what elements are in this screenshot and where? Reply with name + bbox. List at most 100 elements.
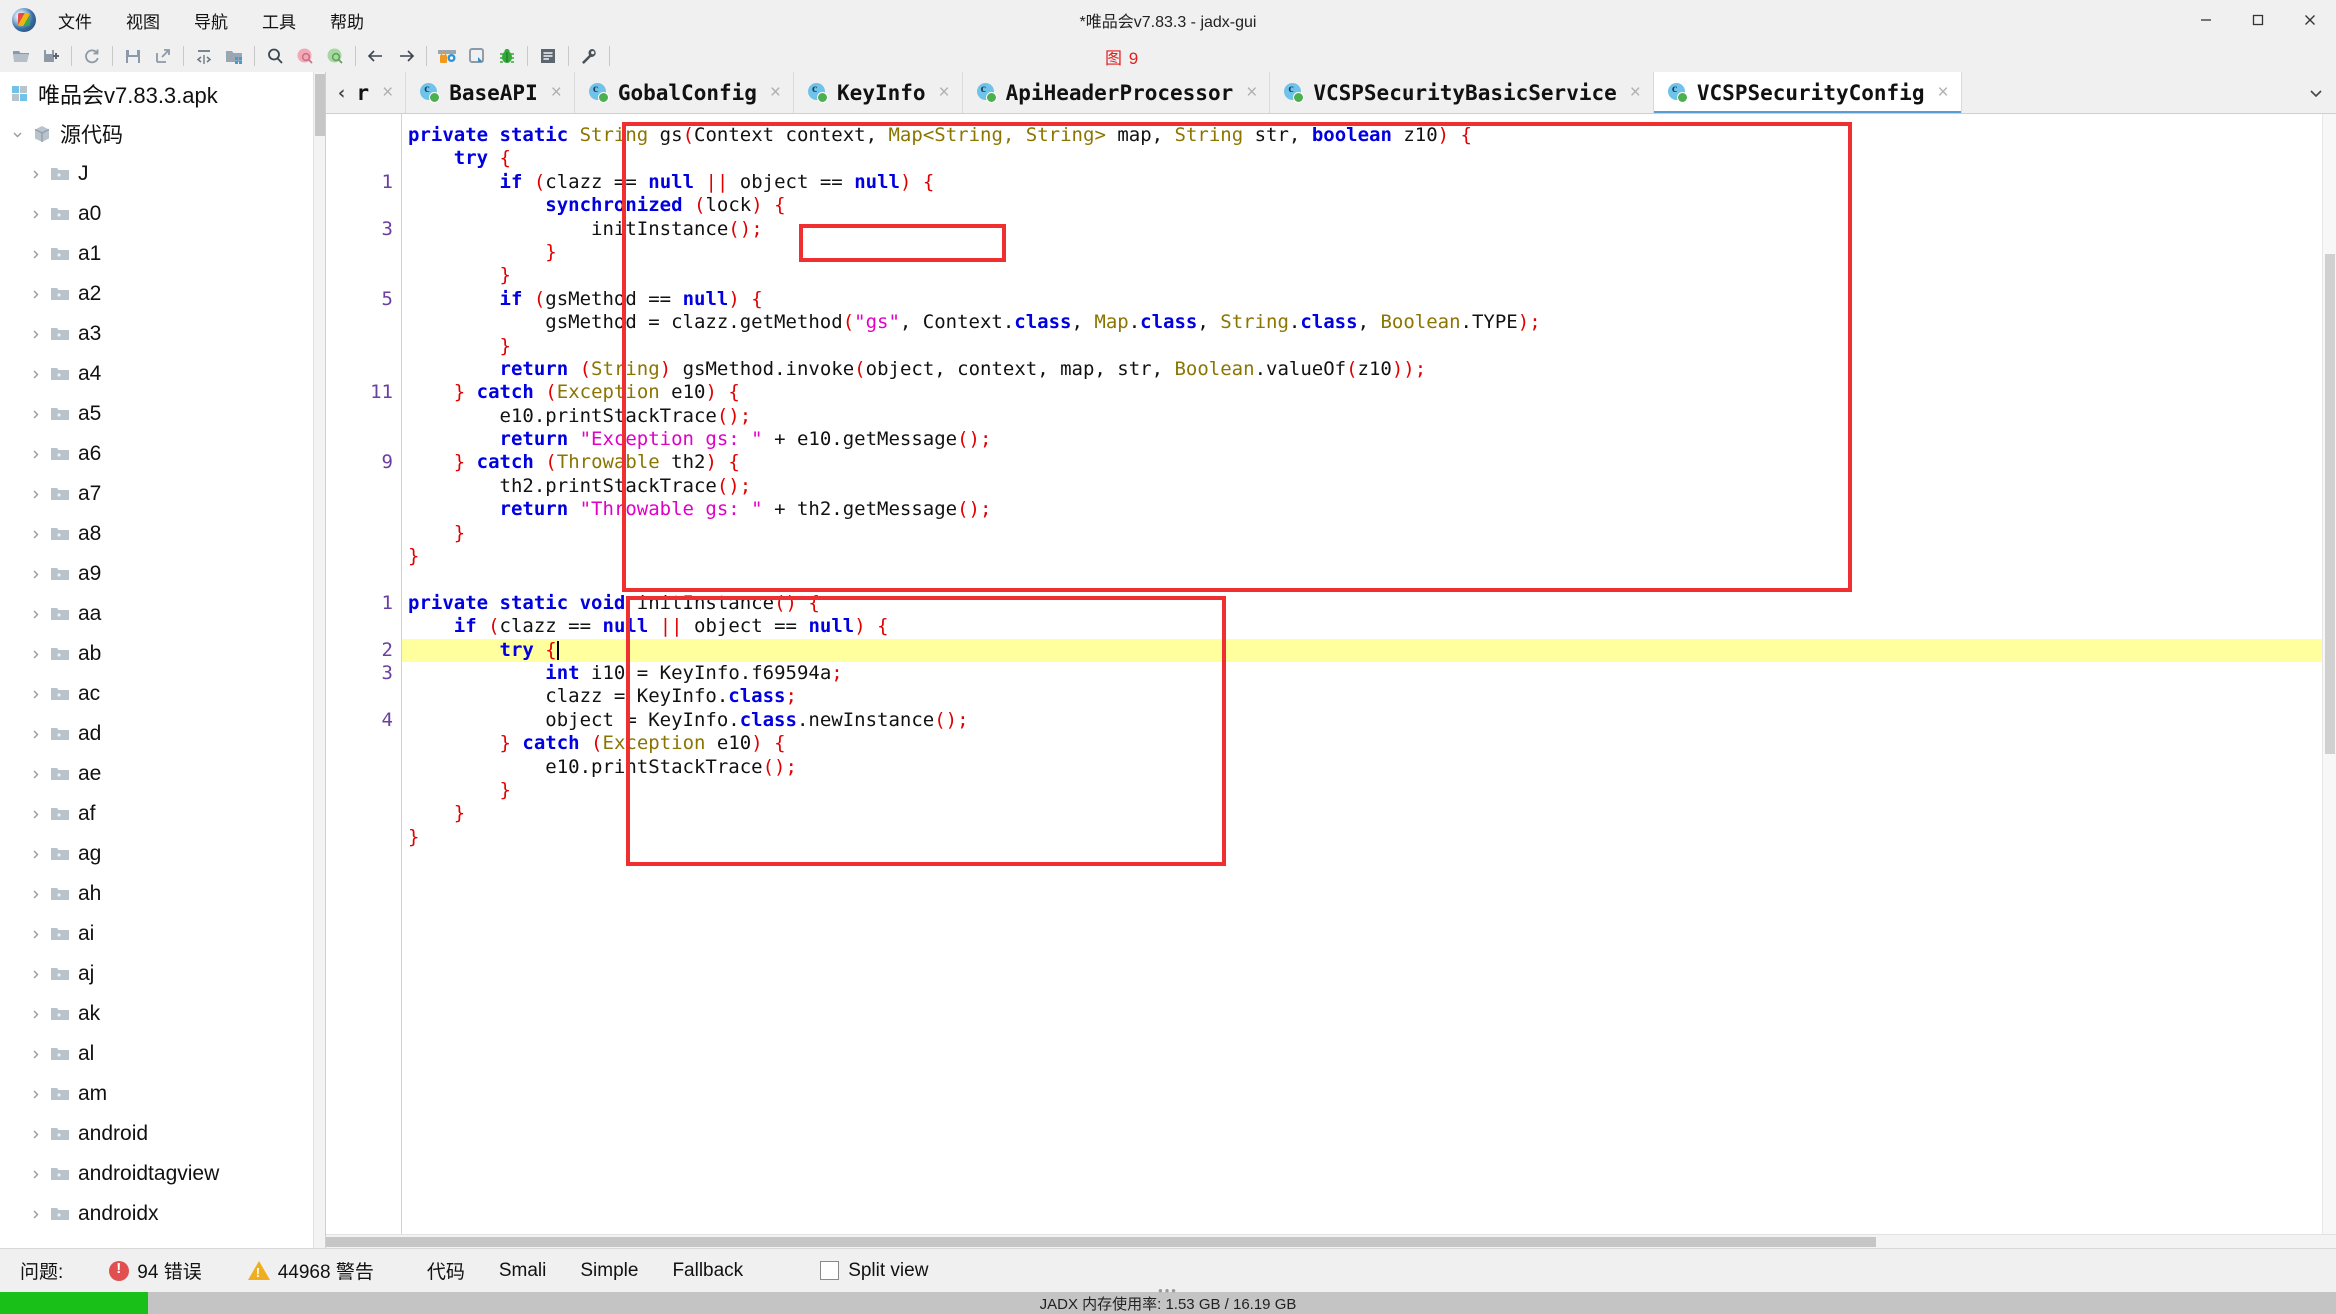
- tree-item-package[interactable]: a7: [0, 474, 325, 514]
- chevron-right-icon[interactable]: [24, 1168, 46, 1181]
- chevron-right-icon[interactable]: [24, 928, 46, 941]
- split-view-toggle[interactable]: Split view: [820, 1260, 928, 1282]
- tab-keyinfo[interactable]: KeyInfo ×: [794, 72, 963, 113]
- code-line[interactable]: }: [402, 522, 2336, 545]
- save-icon[interactable]: [118, 42, 148, 70]
- code-line[interactable]: }: [402, 264, 2336, 287]
- tree-item-package[interactable]: a0: [0, 194, 325, 234]
- chevron-right-icon[interactable]: [24, 528, 46, 541]
- debugger-icon[interactable]: [492, 42, 522, 70]
- chevron-right-icon[interactable]: [24, 688, 46, 701]
- close-button[interactable]: [2284, 0, 2336, 40]
- code-line[interactable]: return "Throwable gs: " + th2.getMessage…: [402, 498, 2336, 521]
- code-line[interactable]: th2.printStackTrace();: [402, 475, 2336, 498]
- code-line[interactable]: object = KeyInfo.class.newInstance();: [402, 709, 2336, 732]
- chevron-down-icon[interactable]: [6, 128, 28, 141]
- tree-item-package[interactable]: ac: [0, 674, 325, 714]
- chevron-right-icon[interactable]: [24, 448, 46, 461]
- search-icon[interactable]: [260, 42, 290, 70]
- code-line[interactable]: }: [402, 335, 2336, 358]
- code-line[interactable]: }: [402, 826, 2336, 849]
- reload-icon[interactable]: [77, 42, 107, 70]
- code-line[interactable]: } catch (Exception e10) {: [402, 732, 2336, 755]
- menu-tools[interactable]: 工具: [260, 6, 298, 35]
- tree-item-package[interactable]: am: [0, 1074, 325, 1114]
- code-line[interactable]: e10.printStackTrace();: [402, 405, 2336, 428]
- code-line[interactable]: if (clazz == null || object == null) {: [402, 171, 2336, 194]
- forward-icon[interactable]: [391, 42, 421, 70]
- code-line[interactable]: if (gsMethod == null) {: [402, 288, 2336, 311]
- code-line[interactable]: } catch (Throwable th2) {: [402, 451, 2336, 474]
- chevron-right-icon[interactable]: [24, 1048, 46, 1061]
- tab-close-icon[interactable]: ×: [770, 82, 781, 104]
- search-decompiled-icon[interactable]: [290, 42, 320, 70]
- tree-item-package-android[interactable]: android: [0, 1114, 325, 1154]
- tab-vcspsecuritybasicservice[interactable]: VCSPSecurityBasicService ×: [1270, 72, 1654, 113]
- tab-strip[interactable]: ‹ r × BaseAPI × GobalConfig ×: [326, 72, 2296, 113]
- save-all-icon[interactable]: [36, 42, 66, 70]
- tree-item-package-androidtagview[interactable]: androidtagview: [0, 1154, 325, 1194]
- tab-close-icon[interactable]: ×: [551, 82, 562, 104]
- tree-item-package[interactable]: al: [0, 1034, 325, 1074]
- tree-item-package[interactable]: a2: [0, 274, 325, 314]
- chevron-right-icon[interactable]: [24, 768, 46, 781]
- code-vertical-scrollbar[interactable]: [2322, 114, 2336, 1234]
- tree-item-package[interactable]: af: [0, 794, 325, 834]
- sidebar-vertical-scrollbar[interactable]: [313, 72, 325, 1248]
- code-line[interactable]: }: [402, 545, 2336, 568]
- code-hscrollbar-thumb[interactable]: [326, 1237, 1876, 1247]
- code-horizontal-scrollbar[interactable]: [326, 1234, 2336, 1248]
- tree-item-package[interactable]: a3: [0, 314, 325, 354]
- chevron-right-icon[interactable]: [24, 1128, 46, 1141]
- export-icon[interactable]: [148, 42, 178, 70]
- tree-item-package[interactable]: ai: [0, 914, 325, 954]
- code-scrollbar-thumb[interactable]: [2325, 254, 2335, 754]
- tab-r[interactable]: ‹ r ×: [326, 72, 407, 113]
- open-folder-icon[interactable]: [6, 42, 36, 70]
- chevron-right-icon[interactable]: [24, 568, 46, 581]
- code-line[interactable]: return (String) gsMethod.invoke(object, …: [402, 358, 2336, 381]
- mode-tab-smali[interactable]: Smali: [482, 1260, 564, 1282]
- tree-item-package[interactable]: aj: [0, 954, 325, 994]
- chevron-right-icon[interactable]: [24, 968, 46, 981]
- chevron-right-icon[interactable]: [24, 328, 46, 341]
- code-line[interactable]: clazz = KeyInfo.class;: [402, 685, 2336, 708]
- tree-item-package[interactable]: ae: [0, 754, 325, 794]
- open-project-icon[interactable]: [219, 42, 249, 70]
- preferences-icon[interactable]: [574, 42, 604, 70]
- chevron-right-icon[interactable]: [24, 648, 46, 661]
- chevron-right-icon[interactable]: [24, 1008, 46, 1021]
- tab-close-icon[interactable]: ×: [939, 82, 950, 104]
- chevron-right-icon[interactable]: [24, 168, 46, 181]
- chevron-right-icon[interactable]: [24, 408, 46, 421]
- code-line[interactable]: [402, 568, 2336, 591]
- log-icon[interactable]: [533, 42, 563, 70]
- tree-root-apk[interactable]: 唯品会v7.83.3.apk: [0, 74, 325, 114]
- tree-item-package[interactable]: ah: [0, 874, 325, 914]
- code-line[interactable]: try {: [402, 638, 2336, 662]
- tree-item-package[interactable]: ad: [0, 714, 325, 754]
- chevron-right-icon[interactable]: [24, 368, 46, 381]
- tree-item-package[interactable]: a9: [0, 554, 325, 594]
- tree-item-package[interactable]: a5: [0, 394, 325, 434]
- menu-view[interactable]: 视图: [124, 6, 162, 35]
- chevron-right-icon[interactable]: [24, 888, 46, 901]
- code-line[interactable]: }: [402, 779, 2336, 802]
- code-line[interactable]: }: [402, 241, 2336, 264]
- tree-item-package[interactable]: a4: [0, 354, 325, 394]
- errors-indicator[interactable]: 94 错误: [109, 1257, 202, 1284]
- code-line[interactable]: gsMethod = clazz.getMethod("gs", Context…: [402, 311, 2336, 334]
- search-resources-icon[interactable]: [320, 42, 350, 70]
- tree-item-package[interactable]: aa: [0, 594, 325, 634]
- chevron-right-icon[interactable]: [24, 1208, 46, 1221]
- menu-help[interactable]: 帮助: [328, 6, 366, 35]
- chevron-right-icon[interactable]: [24, 608, 46, 621]
- tree-item-package[interactable]: a1: [0, 234, 325, 274]
- chevron-right-icon[interactable]: [24, 728, 46, 741]
- quark-icon[interactable]: [462, 42, 492, 70]
- chevron-down-icon[interactable]: [2296, 72, 2336, 113]
- code-line[interactable]: return "Exception gs: " + e10.getMessage…: [402, 428, 2336, 451]
- code-line[interactable]: synchronized (lock) {: [402, 194, 2336, 217]
- tree-item-package-androidx[interactable]: androidx: [0, 1194, 325, 1234]
- tab-close-icon[interactable]: ×: [1246, 82, 1257, 104]
